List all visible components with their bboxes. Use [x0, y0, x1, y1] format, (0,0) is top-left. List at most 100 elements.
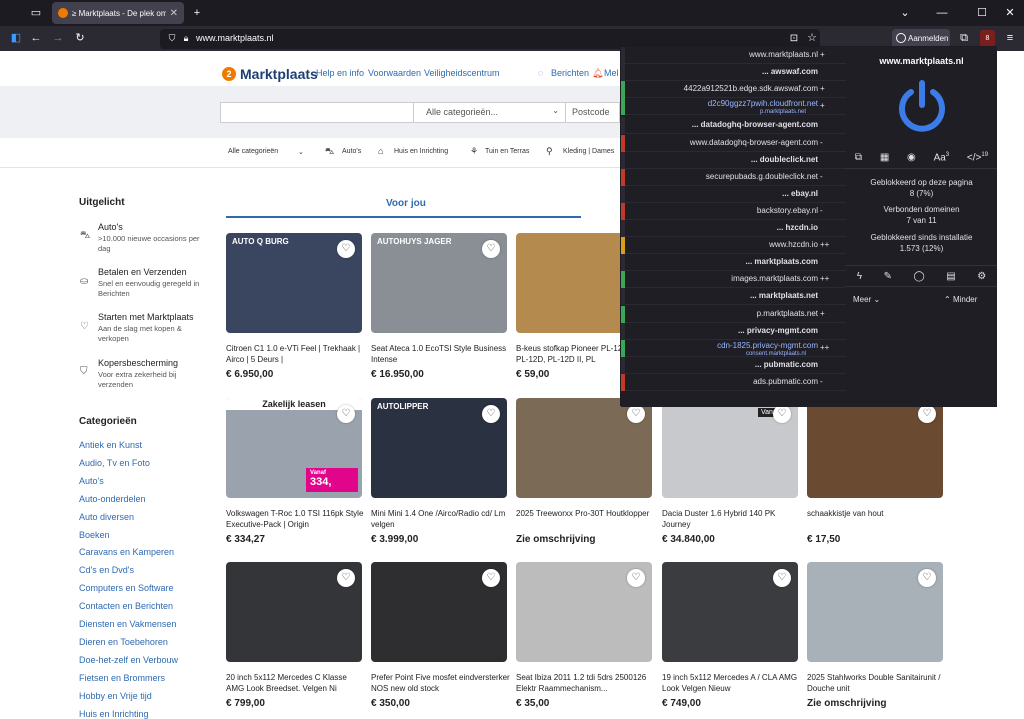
- listing-title[interactable]: Mini Mini 1.4 One /Airco/Radio cd/ Lm ve…: [371, 508, 511, 530]
- favorite-heart-icon[interactable]: ♡: [918, 569, 936, 587]
- listing-title[interactable]: Seat Ateca 1.0 EcoTSI Style Business Int…: [371, 343, 511, 365]
- domain-row[interactable]: ... ebay.nl: [621, 185, 846, 203]
- listing-title[interactable]: Volkswagen T-Roc 1.0 TSI 116pk Style Exe…: [226, 508, 366, 530]
- domain-row[interactable]: www.hzcdn.io ++: [621, 237, 846, 255]
- domain-row[interactable]: p.marktplaats.net +: [621, 305, 846, 323]
- category-link[interactable]: Dieren en Toebehoren: [79, 637, 168, 647]
- eyedropper-icon[interactable]: ✎: [884, 271, 892, 282]
- new-tab-icon[interactable]: +: [187, 0, 207, 26]
- listing-title[interactable]: Dacia Duster 1.6 Hybrid 140 PK Journey: [662, 508, 802, 530]
- reload-icon[interactable]: ↻: [72, 26, 88, 51]
- script-block-icon[interactable]: </>19: [967, 152, 988, 163]
- close-window-icon[interactable]: ✕: [1000, 0, 1020, 26]
- category-link[interactable]: Contacten en Berichten: [79, 601, 173, 611]
- category-link[interactable]: Huis en Inrichting: [79, 709, 149, 719]
- category-select[interactable]: Alle categorieën... ⌄: [413, 103, 565, 122]
- listing-title[interactable]: 20 inch 5x112 Mercedes C Klasse AMG Look…: [226, 672, 366, 694]
- catnav-autos[interactable]: Auto's: [342, 148, 361, 155]
- veiligheid-link[interactable]: Veiligheidscentrum: [424, 68, 500, 78]
- tab-list-icon[interactable]: ▭: [26, 0, 46, 26]
- less-button[interactable]: ⌃ Minder: [944, 295, 977, 304]
- postcode-input[interactable]: Postcode: [565, 103, 621, 122]
- domain-row[interactable]: backstory.ebay.nl -: [621, 202, 846, 220]
- menu-icon[interactable]: ≡: [1002, 26, 1018, 51]
- favorite-heart-icon[interactable]: ♡: [482, 240, 500, 258]
- favorite-heart-icon[interactable]: ♡: [918, 405, 936, 423]
- listing-title[interactable]: Citroen C1 1.0 e-VTi Feel | Trekhaak | A…: [226, 343, 366, 365]
- domain-row[interactable]: ... marktplaats.net: [621, 288, 846, 306]
- domain-row[interactable]: ... datadoghq-browser-agent.com: [621, 117, 846, 135]
- usp-title[interactable]: Betalen en Verzenden: [98, 267, 187, 277]
- popup-block-icon[interactable]: ⧉: [855, 152, 862, 163]
- category-link[interactable]: Auto diversen: [79, 512, 134, 522]
- media-block-icon[interactable]: ▦: [880, 152, 889, 163]
- catnav-tuin[interactable]: Tuin en Terras: [485, 148, 529, 155]
- catnav-all[interactable]: Alle categorieën: [228, 148, 278, 155]
- category-link[interactable]: Boeken: [79, 530, 110, 540]
- minimize-icon[interactable]: —: [932, 0, 952, 26]
- sidebar-toggle-icon[interactable]: ◧: [8, 26, 24, 51]
- more-button[interactable]: Meer ⌄: [853, 295, 880, 304]
- domain-row[interactable]: securepubads.g.doubleclick.net -: [621, 168, 846, 186]
- domain-row[interactable]: ... privacy-mgmt.com: [621, 322, 846, 340]
- cosmetic-filter-icon[interactable]: ◉: [907, 152, 916, 163]
- listing-title[interactable]: 2025 Treeworxx Pro-30T Houtklopper: [516, 508, 656, 519]
- listing-title[interactable]: 2025 Stahlworks Double Sanitairunit / Do…: [807, 672, 947, 694]
- domain-row[interactable]: ... hzcdn.io: [621, 220, 846, 237]
- close-tab-icon[interactable]: ✕: [170, 8, 178, 19]
- domain-row[interactable]: cdn-1825.privacy-mgmt.com ++ consent.markt…: [621, 339, 846, 357]
- marktplaats-logo[interactable]: 2 Marktplaats: [222, 66, 318, 82]
- category-link[interactable]: Diensten en Vakmensen: [79, 619, 176, 629]
- voorwaarden-link[interactable]: Voorwaarden: [368, 68, 421, 78]
- forward-icon[interactable]: →: [50, 26, 66, 51]
- chevron-down-icon[interactable]: ⌄: [895, 0, 915, 26]
- listing-title[interactable]: Seat Ibiza 2011 1.2 tdi 5drs 2500126 Ele…: [516, 672, 656, 694]
- logger-icon[interactable]: ▤: [946, 271, 955, 282]
- maximize-icon[interactable]: ☐: [972, 0, 992, 26]
- domain-row[interactable]: www.datadoghq-browser-agent.com -: [621, 134, 846, 152]
- category-link[interactable]: Caravans en Kamperen: [79, 547, 174, 557]
- notification-icon[interactable]: 🔔︎: [592, 68, 603, 79]
- category-link[interactable]: Cd's en Dvd's: [79, 565, 134, 575]
- favorite-heart-icon[interactable]: ♡: [627, 569, 645, 587]
- notifications-link[interactable]: Mel: [604, 68, 619, 78]
- domain-row[interactable]: ... pubmatic.com: [621, 356, 846, 374]
- domain-row[interactable]: ads.pubmatic.com -: [621, 373, 846, 391]
- favorite-heart-icon[interactable]: ♡: [773, 405, 791, 423]
- listing-title[interactable]: 19 inch 5x112 Mercedes A / CLA AMG Look …: [662, 672, 802, 694]
- favorite-heart-icon[interactable]: ♡: [773, 569, 791, 587]
- usp-title[interactable]: Kopersbescherming: [98, 358, 178, 368]
- category-link[interactable]: Auto-onderdelen: [79, 494, 146, 504]
- category-link[interactable]: Hobby en Vrije tijd: [79, 691, 152, 701]
- category-link[interactable]: Antiek en Kunst: [79, 440, 142, 450]
- lock-icon[interactable]: 🔒︎: [178, 26, 194, 51]
- favorite-heart-icon[interactable]: ♡: [482, 569, 500, 587]
- category-link[interactable]: Fietsen en Brommers: [79, 673, 165, 683]
- favorite-heart-icon[interactable]: ♡: [482, 405, 500, 423]
- back-icon[interactable]: ←: [28, 26, 44, 51]
- favorite-heart-icon[interactable]: ♡: [337, 569, 355, 587]
- browser-tab[interactable]: ≥ Marktplaats - De plek om nieuwe en twe…: [52, 2, 184, 24]
- favorite-heart-icon[interactable]: ♡: [337, 240, 355, 258]
- category-link[interactable]: Doe-het-zelf en Verbouw: [79, 655, 178, 665]
- search-input[interactable]: [221, 103, 413, 122]
- category-link[interactable]: Computers en Software: [79, 583, 174, 593]
- domain-row[interactable]: images.marktplaats.com ++: [621, 271, 846, 289]
- category-link[interactable]: Audio, Tv en Foto: [79, 458, 150, 468]
- domain-row[interactable]: ... doubleclick.net: [621, 151, 846, 169]
- favorite-heart-icon[interactable]: ♡: [627, 405, 645, 423]
- catnav-huis[interactable]: Huis en Inrichting: [394, 148, 448, 155]
- domain-row[interactable]: www.marktplaats.nl +: [621, 47, 846, 64]
- settings-icon[interactable]: ⚙: [977, 271, 986, 282]
- listing-title[interactable]: schaakkistje van hout: [807, 508, 947, 519]
- listing-title[interactable]: Prefer Point Five mosfet eindversterker …: [371, 672, 511, 694]
- favorite-heart-icon[interactable]: ♡: [337, 405, 355, 423]
- catnav-kleding[interactable]: Kleding | Dames: [563, 148, 614, 155]
- lightning-icon[interactable]: ϟ: [857, 271, 862, 282]
- domain-row[interactable]: d2c90ggzz7pwih.cloudfront.net + p.marktpla…: [621, 98, 846, 116]
- ublock-extension-button[interactable]: 8: [980, 30, 995, 47]
- domain-row[interactable]: ... marktplaats.com: [621, 254, 846, 272]
- tab-voor-jou[interactable]: Voor jou: [386, 198, 426, 209]
- usp-title[interactable]: Starten met Marktplaats: [98, 312, 194, 322]
- chat-icon[interactable]: ◯: [914, 271, 925, 282]
